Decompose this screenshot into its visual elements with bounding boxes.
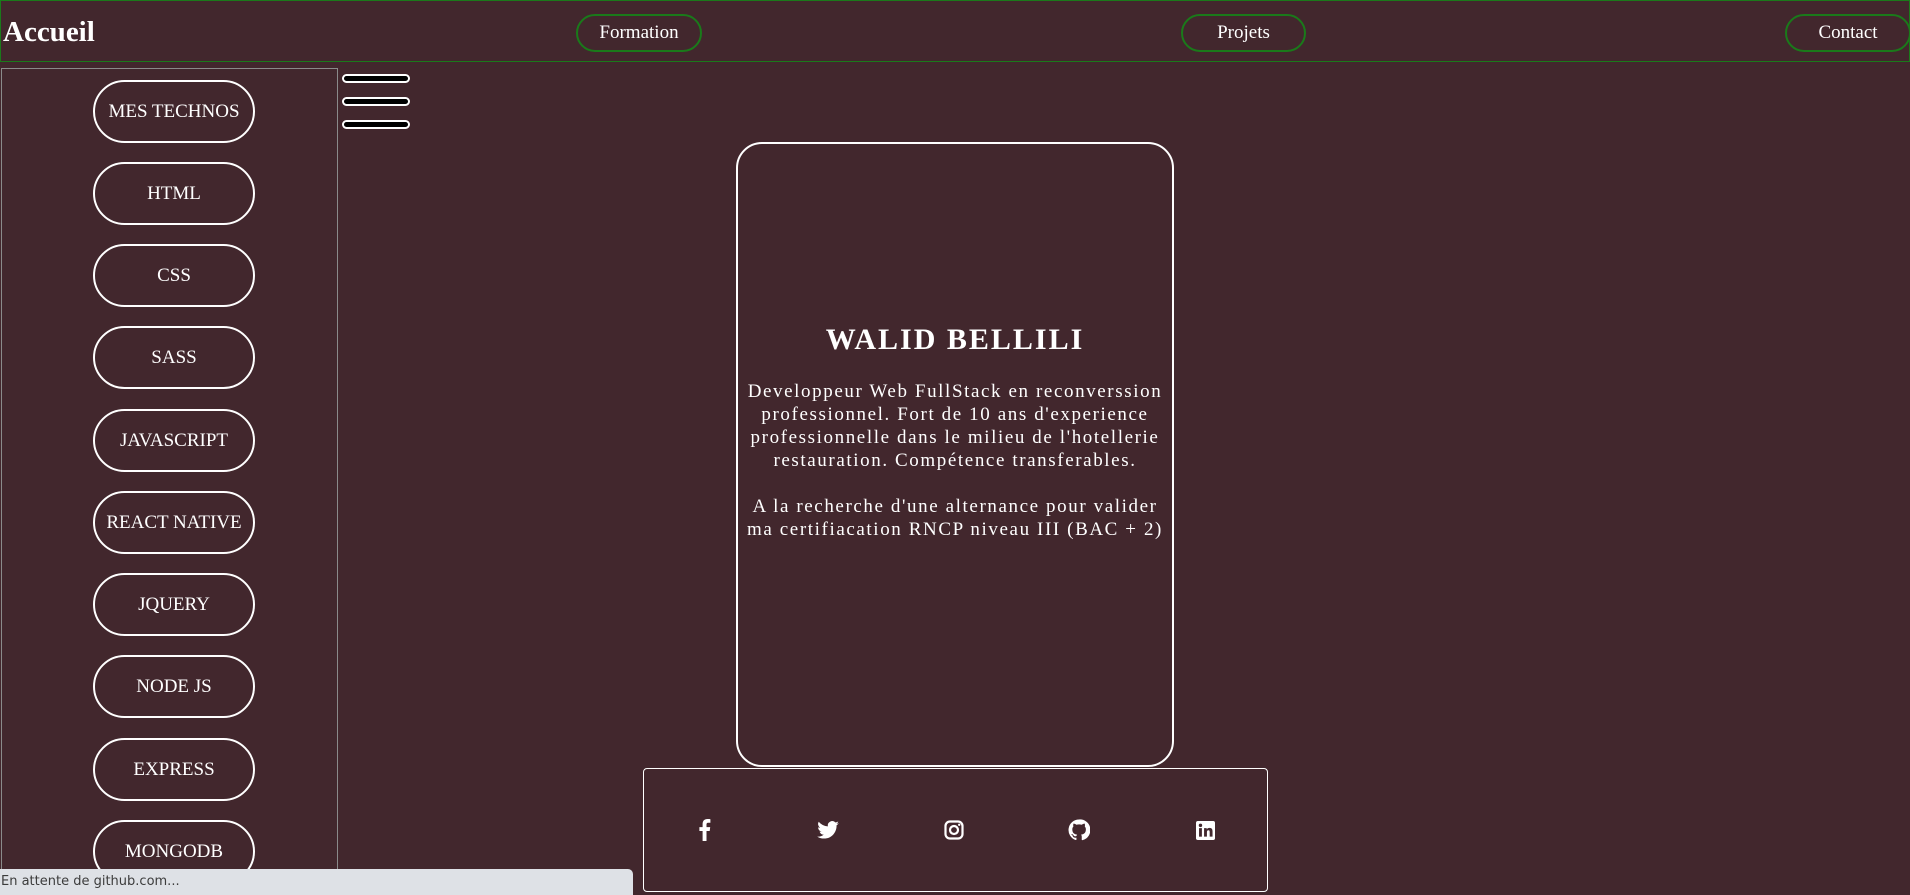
profile-bio: Developpeur Web FullStack en reconverssi… [744,380,1166,564]
tech-javascript-button[interactable]: JAVASCRIPT [93,409,255,472]
tech-css-button[interactable]: CSS [93,244,255,307]
nav-formation-button[interactable]: Formation [576,14,702,52]
linkedin-icon[interactable] [1192,817,1218,843]
technos-heading-button[interactable]: MES TECHNOS [93,80,255,143]
tech-express-button[interactable]: EXPRESS [93,738,255,801]
github-icon[interactable] [1066,817,1092,843]
home-link[interactable]: Accueil [3,15,95,49]
tech-html-button[interactable]: HTML [93,162,255,225]
top-navbar: Accueil Formation Projets Contact [0,0,1910,62]
nav-projets-button[interactable]: Projets [1181,14,1306,52]
technos-sidebar: MES TECHNOS HTML CSS SASS JAVASCRIPT REA… [1,68,338,895]
profile-name: WALID BELLILI [825,323,1085,356]
instagram-icon[interactable] [941,817,967,843]
facebook-icon[interactable] [691,817,717,843]
nav-contact-button[interactable]: Contact [1785,14,1910,52]
social-links [643,768,1268,892]
profile-bio-text: Developpeur Web FullStack en reconverssi… [747,381,1163,471]
tech-sass-button[interactable]: SASS [93,326,255,389]
tech-nodejs-button[interactable]: NODE JS [93,655,255,718]
twitter-icon[interactable] [815,817,841,843]
profile-card: WALID BELLILI Developpeur Web FullStack … [736,142,1174,767]
hamburger-bar [342,74,410,83]
browser-status-bar: En attente de github.com... [0,869,633,895]
hamburger-menu-icon[interactable] [342,74,412,130]
hamburger-bar [342,120,410,129]
profile-search-text: A la recherche d'une alternance pour val… [747,496,1163,540]
tech-jquery-button[interactable]: JQUERY [93,573,255,636]
tech-react-native-button[interactable]: REACT NATIVE [93,491,255,554]
hamburger-bar [342,97,410,106]
